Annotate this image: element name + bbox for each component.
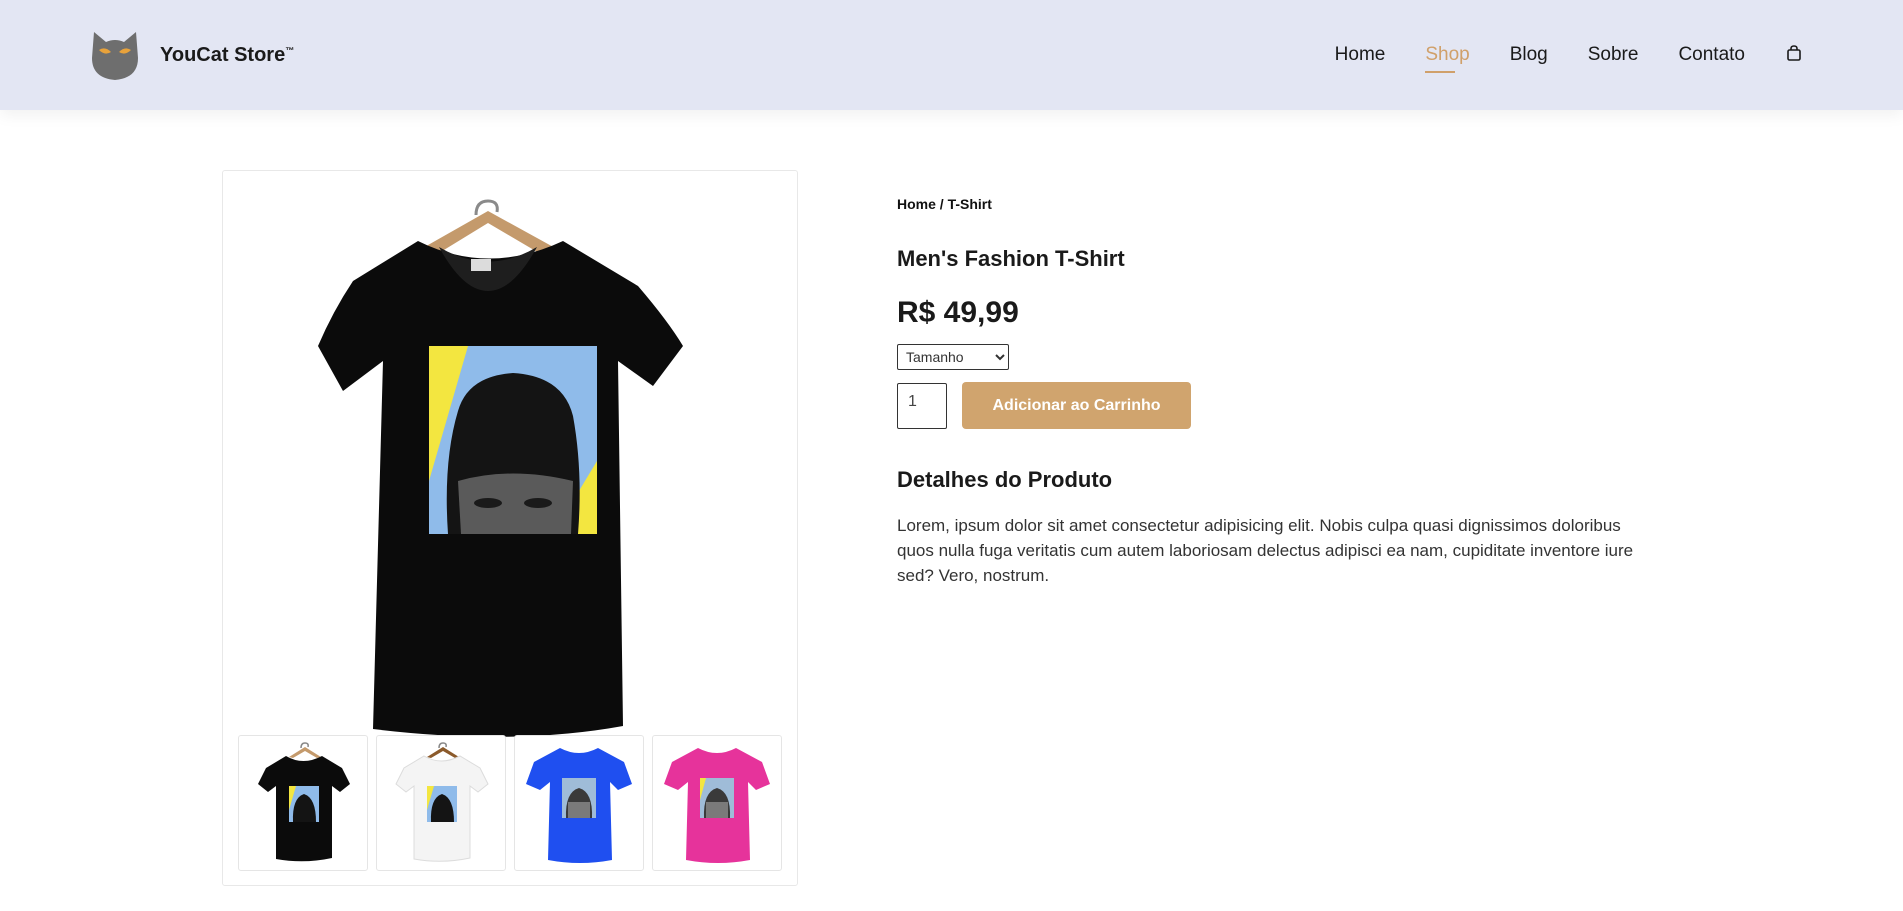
shopping-bag-icon[interactable]	[1785, 44, 1803, 62]
nav-sobre[interactable]: Sobre	[1588, 40, 1639, 70]
site-header: YouCat Store™ Home Shop Blog Sobre Conta…	[0, 0, 1903, 110]
main-nav: Home Shop Blog Sobre Contato	[1335, 40, 1803, 73]
brand[interactable]: YouCat Store™	[88, 28, 294, 82]
size-select[interactable]: Tamanho	[897, 344, 1009, 370]
nav-contato[interactable]: Contato	[1678, 40, 1745, 70]
brand-name[interactable]: YouCat Store™	[160, 44, 294, 67]
tshirt-thumb-blue	[526, 748, 632, 863]
thumbnail-strip	[238, 735, 782, 871]
product-gallery	[222, 170, 798, 886]
quantity-input[interactable]	[897, 382, 947, 429]
product-price: R$ 49,99	[897, 296, 1019, 329]
product-details: Home / T-Shirt Men's Fashion T-Shirt R$ …	[897, 196, 1637, 588]
details-title: Detalhes do Produto	[897, 467, 1113, 492]
add-to-cart-button[interactable]: Adicionar ao Carrinho	[962, 382, 1191, 429]
tshirt-thumb-black	[258, 742, 350, 862]
thumbnail-blue[interactable]	[514, 735, 644, 871]
product-title: Men's Fashion T-Shirt	[897, 246, 1125, 271]
breadcrumb: Home / T-Shirt	[897, 196, 992, 212]
add-to-cart-row: Adicionar ao Carrinho	[897, 382, 1637, 429]
nav-home[interactable]: Home	[1335, 40, 1386, 70]
nav-shop[interactable]: Shop	[1425, 40, 1470, 73]
product-description: Lorem, ipsum dolor sit amet consectetur …	[897, 516, 1634, 585]
nav-blog[interactable]: Blog	[1510, 40, 1548, 70]
thumbnail-pink[interactable]	[652, 735, 782, 871]
cart-link[interactable]	[1785, 40, 1803, 66]
cat-logo-icon[interactable]	[88, 28, 142, 82]
tshirt-thumb-pink	[664, 748, 770, 863]
main-product-image	[318, 199, 683, 737]
tshirt-thumb-white	[395, 742, 489, 862]
thumbnail-black[interactable]	[238, 735, 368, 871]
thumbnail-white[interactable]	[376, 735, 506, 871]
